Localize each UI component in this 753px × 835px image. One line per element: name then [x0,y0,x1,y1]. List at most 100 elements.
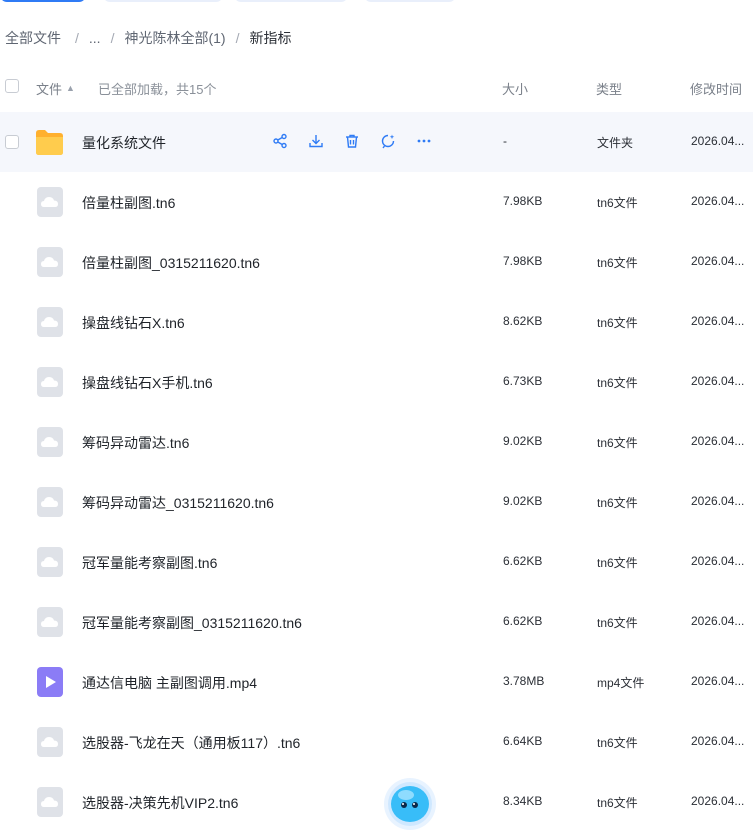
cloud-file-icon [37,547,63,577]
cloud-file-icon [37,787,63,817]
file-size: 6.62KB [503,554,543,568]
breadcrumb: 全部文件 / ... / 神光陈林全部(1) / 新指标 [5,29,291,47]
file-name[interactable]: 倍量柱副图_0315211620.tn6 [82,253,260,273]
file-size: - [503,134,507,148]
file-row[interactable]: 选股器-决策先机VIP2.tn6 8.34KB tn6文件 2026.04... [0,772,753,832]
folder-icon [36,127,63,157]
file-row[interactable]: 通达信电脑 主副图调用.mp4 3.78MB mp4文件 2026.04... [0,652,753,712]
file-size: 9.02KB [503,494,543,508]
file-type: 文件夹 [597,136,634,150]
sort-icon[interactable]: ▲ [66,84,75,93]
file-mtime: 2026.04... [691,194,745,208]
file-name[interactable]: 通达信电脑 主副图调用.mp4 [82,673,257,693]
file-mtime: 2026.04... [691,134,745,148]
file-row[interactable]: 倍量柱副图_0315211620.tn6 7.98KB tn6文件 2026.0… [0,232,753,292]
select-all-checkbox[interactable] [5,79,19,93]
name-column-header[interactable]: 文件 ▲ [36,79,75,98]
file-list: 量化系统文件 - 文件夹 2026.04... 倍量柱副图.tn6 7.98KB… [0,112,753,832]
breadcrumb-separator: / [110,30,115,46]
ai-assistant-button[interactable] [384,778,436,830]
file-row[interactable]: 操盘线钻石X手机.tn6 6.73KB tn6文件 2026.04... [0,352,753,412]
file-row[interactable]: 筹码异动雷达_0315211620.tn6 9.02KB tn6文件 2026.… [0,472,753,532]
file-size: 6.62KB [503,614,543,628]
file-mtime: 2026.04... [691,494,745,508]
cloud-file-icon [37,307,63,337]
mtime-column-header[interactable]: 修改时间 [690,79,742,98]
offline-download-button[interactable] [234,0,348,2]
upload-button[interactable] [0,0,86,2]
delete-icon[interactable] [342,131,361,150]
file-row[interactable]: 冠军量能考察副图.tn6 6.62KB tn6文件 2026.04... [0,532,753,592]
cloud-file-icon [37,427,63,457]
file-type: tn6文件 [597,376,638,390]
new-folder-button[interactable] [103,0,223,2]
file-type: tn6文件 [597,316,638,330]
cloud-file-icon [37,487,63,517]
file-type: tn6文件 [597,616,638,630]
file-size: 7.98KB [503,254,543,268]
file-mtime: 2026.04... [691,254,745,268]
top-toolbar [0,0,753,2]
file-name[interactable]: 冠军量能考察副图.tn6 [82,553,217,573]
file-name[interactable]: 操盘线钻石X.tn6 [82,313,185,333]
file-row[interactable]: 倍量柱副图.tn6 7.98KB tn6文件 2026.04... [0,172,753,232]
breadcrumb-separator: / [235,30,240,46]
file-name[interactable]: 操盘线钻石X手机.tn6 [82,373,213,393]
breadcrumb-ellipsis[interactable]: ... [89,30,101,46]
share-icon[interactable] [270,131,289,150]
file-name[interactable]: 选股器-决策先机VIP2.tn6 [82,793,238,813]
file-size: 8.62KB [503,314,543,328]
file-type: tn6文件 [597,436,638,450]
file-name[interactable]: 筹码异动雷达.tn6 [82,433,189,453]
file-row[interactable]: 量化系统文件 - 文件夹 2026.04... [0,112,753,172]
size-column-header[interactable]: 大小 [502,79,528,98]
cloud-file-icon [37,367,63,397]
file-row[interactable]: 筹码异动雷达.tn6 9.02KB tn6文件 2026.04... [0,412,753,472]
cloud-file-icon [37,727,63,757]
file-mtime: 2026.04... [691,434,745,448]
file-type: tn6文件 [597,796,638,810]
file-row[interactable]: 操盘线钻石X.tn6 8.62KB tn6文件 2026.04... [0,292,753,352]
file-mtime: 2026.04... [691,374,745,388]
file-name[interactable]: 量化系统文件 [82,133,166,153]
file-type: tn6文件 [597,556,638,570]
file-size: 7.98KB [503,194,543,208]
breadcrumb-all-files[interactable]: 全部文件 [5,28,61,48]
breadcrumb-parent-folder[interactable]: 神光陈林全部(1) [124,28,225,48]
video-file-icon [37,667,63,697]
download-icon[interactable] [306,131,325,150]
file-size: 6.73KB [503,374,543,388]
loaded-count-text: 已全部加载，共15个 [98,82,217,97]
type-column-header[interactable]: 类型 [596,79,622,98]
row-checkbox[interactable] [5,135,19,149]
file-mtime: 2026.04... [691,734,745,748]
cloud-file-icon [37,607,63,637]
file-list-header: 文件 ▲ 已全部加载，共15个 大小 类型 修改时间 [0,70,753,104]
file-mtime: 2026.04... [691,554,745,568]
file-name[interactable]: 选股器-飞龙在天（通用板117）.tn6 [82,733,300,753]
file-type: mp4文件 [597,676,645,690]
file-size: 6.64KB [503,734,543,748]
file-size: 8.34KB [503,794,543,808]
breadcrumb-separator: / [75,30,79,46]
file-size: 9.02KB [503,434,543,448]
file-mtime: 2026.04... [691,314,745,328]
file-name[interactable]: 倍量柱副图.tn6 [82,193,175,213]
file-type: tn6文件 [597,496,638,510]
file-name[interactable]: 筹码异动雷达_0315211620.tn6 [82,493,274,513]
file-type: tn6文件 [597,256,638,270]
file-name[interactable]: 冠军量能考察副图_0315211620.tn6 [82,613,302,633]
more-toolbar-button[interactable] [364,0,456,2]
more-icon[interactable] [414,131,433,150]
row-actions [270,131,433,150]
file-row[interactable]: 选股器-飞龙在天（通用板117）.tn6 6.64KB tn6文件 2026.0… [0,712,753,772]
file-mtime: 2026.04... [691,794,745,808]
file-mtime: 2026.04... [691,614,745,628]
file-type: tn6文件 [597,196,638,210]
file-row[interactable]: 冠军量能考察副图_0315211620.tn6 6.62KB tn6文件 202… [0,592,753,652]
ai-assist-icon[interactable] [378,131,397,150]
cloud-file-icon [37,247,63,277]
breadcrumb-current-folder: 新指标 [249,30,292,46]
assistant-mascot-icon [388,782,432,826]
file-type: tn6文件 [597,736,638,750]
